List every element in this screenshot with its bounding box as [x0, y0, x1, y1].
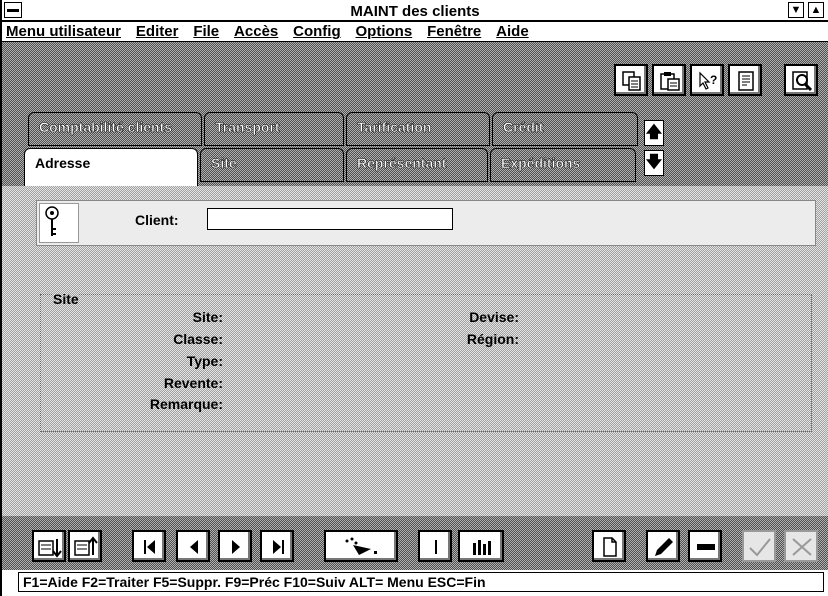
svg-text:?: ? [710, 73, 717, 87]
new-record-button[interactable] [592, 530, 626, 562]
delete-button[interactable] [688, 530, 722, 562]
search-icon [792, 71, 813, 92]
paste-button[interactable] [652, 64, 686, 96]
first-record-icon [144, 540, 155, 554]
delete-icon [697, 544, 715, 550]
import-up-icon [74, 536, 98, 556]
main-panel: Client: Site Site: Classe: Type: Revente… [2, 186, 828, 516]
menu-options[interactable]: Options [356, 22, 413, 41]
menu-file[interactable]: File [193, 22, 219, 41]
copy-button[interactable] [614, 64, 648, 96]
title-bar: MAINT des clients ▼ ▲ [2, 0, 828, 22]
search-button[interactable] [784, 64, 818, 96]
first-record-button[interactable] [132, 530, 166, 562]
next-record-icon [232, 540, 240, 554]
tab-scroll-up-button[interactable]: 🡅 [644, 120, 664, 146]
cancel-icon [792, 538, 812, 556]
edit-button[interactable] [646, 530, 680, 562]
previous-record-icon [190, 540, 198, 554]
confirm-icon [749, 538, 771, 557]
minimize-button[interactable]: ▼ [788, 2, 804, 18]
export-button[interactable] [32, 530, 66, 562]
classe-label: Classe: [173, 331, 223, 347]
client-key-panel: Client: [36, 200, 816, 246]
tab-adresse[interactable]: Adresse [24, 148, 198, 186]
tab-representant[interactable]: Représentant [346, 148, 488, 182]
revente-label: Revente: [163, 375, 223, 391]
remarque-label: Remarque: [149, 396, 223, 412]
key-icon [45, 206, 59, 236]
devise-label: Devise: [469, 309, 519, 325]
edit-icon [655, 538, 673, 556]
last-record-button[interactable] [260, 530, 294, 562]
menu-menu-utilisateur[interactable]: Menu utilisateur [6, 22, 121, 41]
tab-credit[interactable]: Crédit [492, 112, 638, 146]
columns-icon [473, 540, 491, 555]
key-icon-box [39, 203, 79, 243]
menu-config[interactable]: Config [293, 22, 340, 41]
app-window: MAINT des clients ▼ ▲ Menu utilisateur E… [0, 0, 828, 596]
tab-expeditions[interactable]: Expéditions [490, 148, 636, 182]
region-label: Région: [466, 331, 519, 347]
site-label: Site: [192, 309, 223, 325]
notes-icon [738, 71, 754, 91]
type-label: Type: [186, 353, 223, 369]
last-record-icon [273, 540, 284, 554]
tab-transport[interactable]: Transport [204, 112, 344, 146]
import-button[interactable] [68, 530, 102, 562]
previous-record-button[interactable] [176, 530, 210, 562]
tab-comptabilite-clients[interactable]: Comptabilité clients [28, 112, 202, 146]
new-record-icon [603, 537, 617, 557]
wand-button[interactable] [324, 530, 398, 562]
bottom-toolbar [2, 516, 828, 570]
next-record-button[interactable] [218, 530, 252, 562]
notes-button[interactable] [728, 64, 762, 96]
help-pointer-icon: ? [699, 71, 717, 90]
paste-icon [660, 72, 680, 91]
menu-fenetre[interactable]: Fenêtre [427, 22, 481, 41]
tab-tarification[interactable]: Tarification [346, 112, 490, 146]
columns-button[interactable] [458, 530, 504, 562]
maximize-button[interactable]: ▲ [808, 2, 824, 18]
menu-acces[interactable]: Accès [234, 22, 278, 41]
site-group-title: Site [53, 291, 79, 307]
tab-site[interactable]: Site [200, 148, 344, 182]
tab-scroll-down-button[interactable]: 🡇 [644, 150, 664, 176]
menu-bar: Menu utilisateur Editer File Accès Confi… [2, 22, 828, 42]
menu-aide[interactable]: Aide [496, 22, 529, 41]
copy-icon [622, 71, 641, 91]
client-label: Client: [135, 212, 179, 228]
wand-icon [345, 537, 377, 555]
window-title: MAINT des clients [350, 3, 480, 20]
info-icon [435, 540, 437, 554]
tab-strip: Comptabilité clients Transport Tarificat… [2, 108, 828, 186]
export-down-icon [38, 539, 62, 558]
status-bar: F1=Aide F2=Traiter F5=Suppr. F9=Préc F10… [2, 570, 828, 596]
confirm-button[interactable] [742, 530, 776, 562]
site-group: Site Site: Classe: Type: Revente: Remarq… [40, 291, 812, 432]
info-button[interactable] [418, 530, 452, 562]
status-text: F1=Aide F2=Traiter F5=Suppr. F9=Préc F10… [18, 572, 824, 592]
cancel-button[interactable] [784, 530, 818, 562]
menu-editer[interactable]: Editer [136, 22, 179, 41]
client-input[interactable] [207, 208, 453, 230]
context-help-button[interactable]: ? [690, 64, 724, 96]
top-toolbar: ? [2, 42, 828, 108]
